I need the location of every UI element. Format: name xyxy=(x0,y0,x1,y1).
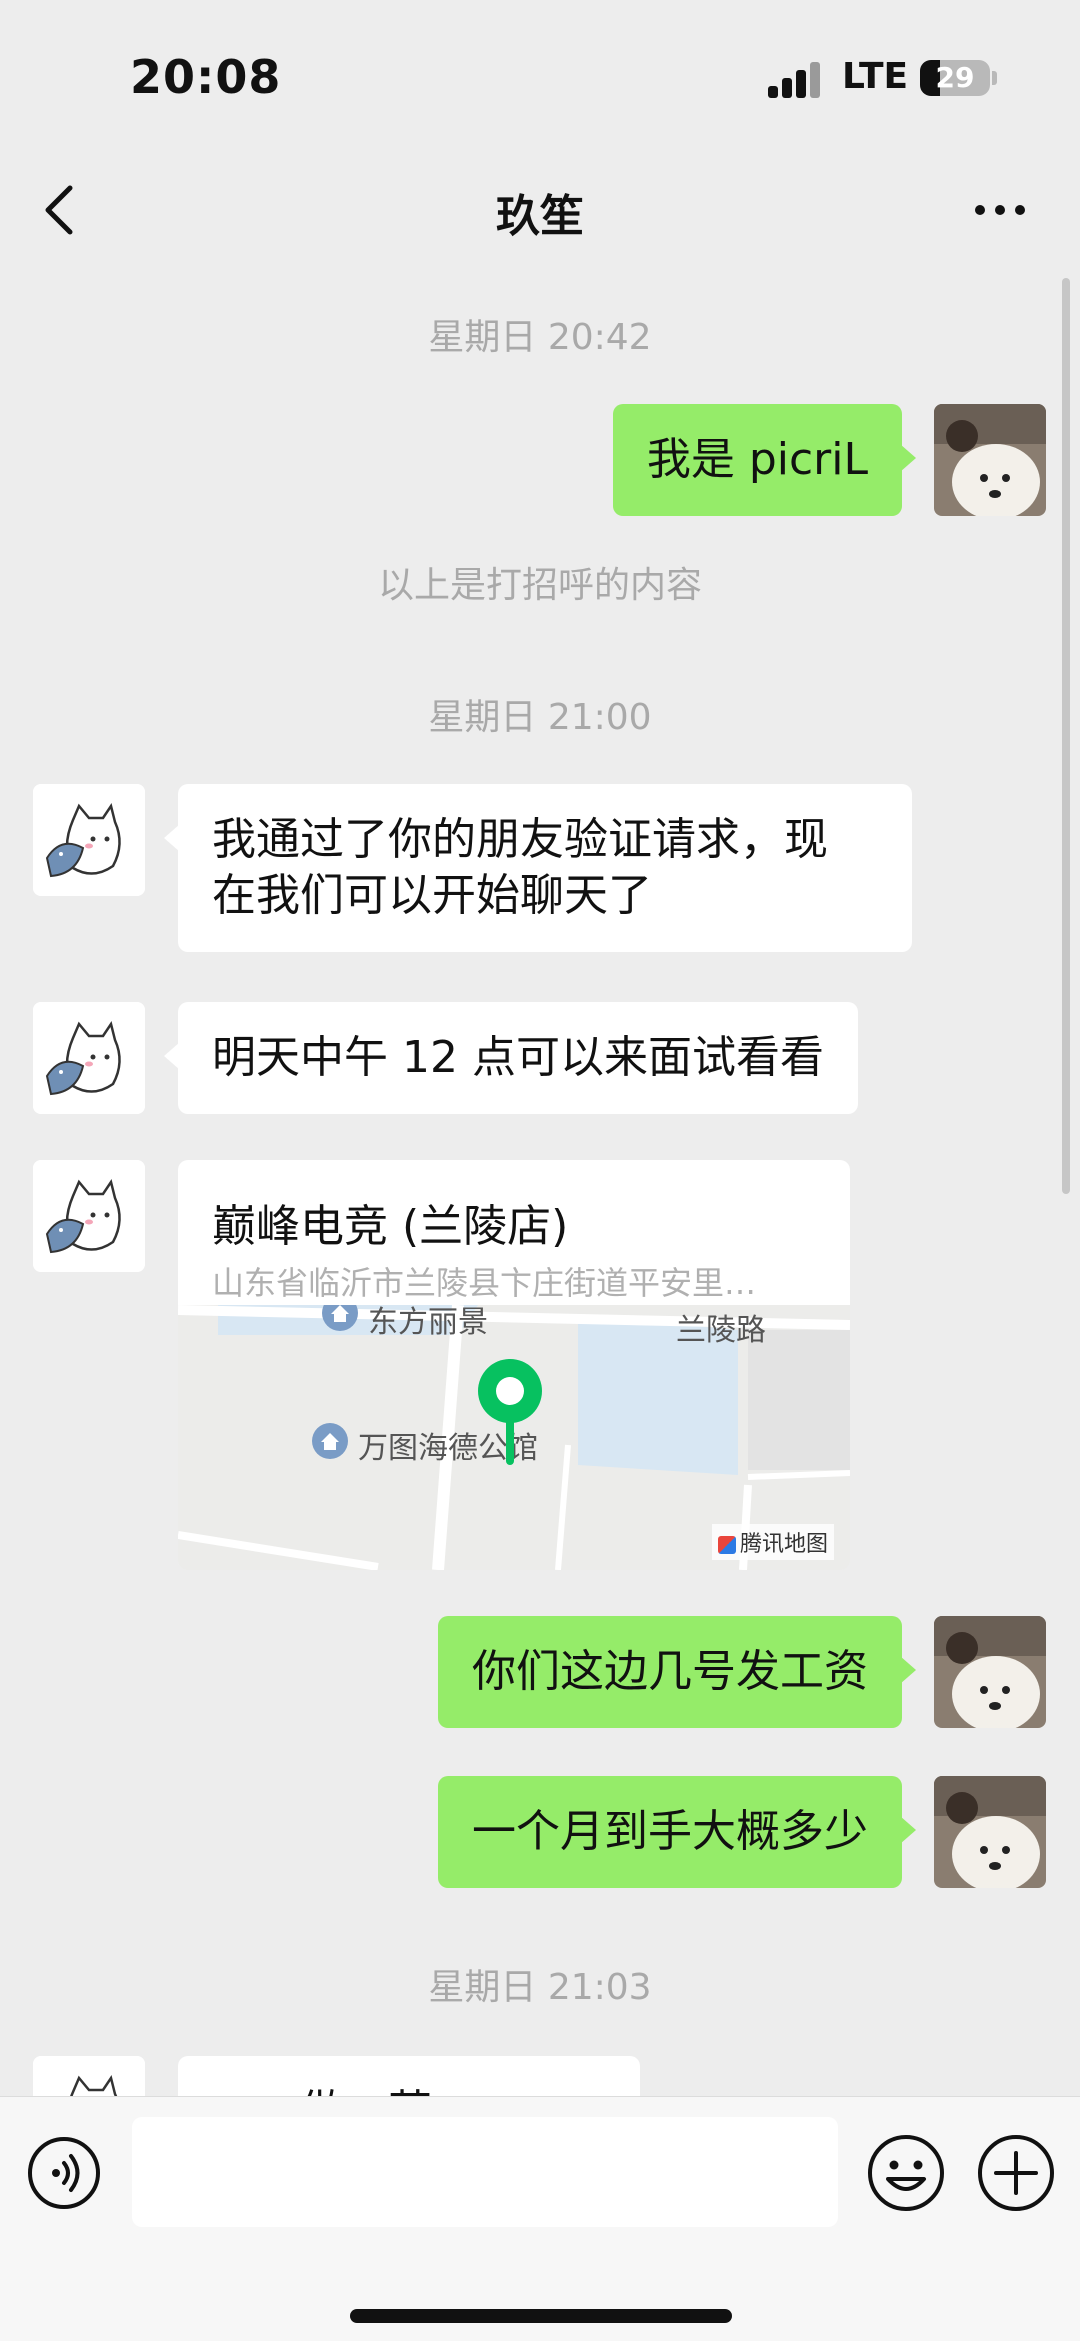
status-time: 20:08 xyxy=(130,50,282,104)
message-bubble-other[interactable]: 明天中午 12 点可以来面试看看 xyxy=(164,1002,858,1114)
avatar-other[interactable] xyxy=(33,1160,145,1272)
map-label: 东方丽景 xyxy=(368,1305,488,1340)
message-bubble-other[interactable]: ……做…营… xyxy=(178,2056,640,2096)
timestamp: 星期日 21:00 xyxy=(428,697,652,738)
cat-avatar-icon xyxy=(33,2056,145,2096)
avatar-self[interactable] xyxy=(934,404,1046,516)
signal-icon xyxy=(768,62,834,98)
more-icon[interactable] xyxy=(970,195,1030,225)
message-text-line: 我通过了你的朋友验证请求，现 xyxy=(212,814,828,865)
message-list[interactable]: 星期日 20:42 我是 picriL 以上是打招呼的内容 星期日 21:00 … xyxy=(0,270,1080,2096)
avatar-other[interactable] xyxy=(33,2056,145,2096)
home-indicator[interactable] xyxy=(350,2309,732,2323)
message-bubble-self[interactable]: 你们这边几号发工资 xyxy=(438,1616,916,1728)
system-message: 以上是打招呼的内容 xyxy=(377,565,702,606)
timestamp: 星期日 20:42 xyxy=(428,317,652,358)
map-pin-icon xyxy=(478,1359,542,1465)
message-text-line: 在我们可以开始聊天了 xyxy=(212,870,652,921)
avatar-self[interactable] xyxy=(934,1616,1046,1728)
battery-level: 29 xyxy=(935,61,975,94)
chat-header: 玖笙 xyxy=(0,150,1080,270)
chat-title: 玖笙 xyxy=(496,191,584,242)
battery-icon: 29 xyxy=(920,60,990,96)
tencent-map-logo-icon xyxy=(717,1536,736,1554)
map-label: 兰陵路 xyxy=(676,1313,766,1348)
avatar-photo-icon xyxy=(934,1776,1046,1888)
voice-icon[interactable] xyxy=(26,2135,102,2211)
avatar-self[interactable] xyxy=(934,1776,1046,1888)
timestamp: 星期日 21:03 xyxy=(428,1967,652,2008)
cat-avatar-icon xyxy=(33,784,145,896)
poi-home-icon xyxy=(312,1423,348,1459)
avatar-photo-icon xyxy=(934,1616,1046,1728)
cat-avatar-icon xyxy=(33,1160,145,1272)
map-preview[interactable]: 东方丽景 兰陵路 万图海德公馆 腾讯地图 xyxy=(178,1305,850,1570)
message-input[interactable] xyxy=(132,2117,838,2227)
cat-avatar-icon xyxy=(33,1002,145,1114)
avatar-other[interactable] xyxy=(33,1002,145,1114)
message-bubble-self[interactable]: 我是 picriL xyxy=(612,404,917,516)
map-brand-text: 腾讯地图 xyxy=(739,1532,828,1557)
plus-icon[interactable] xyxy=(976,2133,1056,2213)
emoji-icon[interactable] xyxy=(866,2133,946,2213)
message-bubble-self[interactable]: 一个月到手大概多少 xyxy=(438,1776,916,1888)
avatar-other[interactable] xyxy=(33,784,145,896)
poi-home-icon xyxy=(322,1305,358,1331)
map-brand: 腾讯地图 xyxy=(711,1524,834,1560)
battery-tip xyxy=(992,71,997,85)
message-bubble-other[interactable]: 我通过了你的朋友验证请求，现 在我们可以开始聊天了 xyxy=(164,784,912,952)
location-message[interactable]: 巅峰电竞 (兰陵店) 山东省临沂市兰陵县卞庄街道平安里… 东方丽景 兰陵路 万图… xyxy=(178,1160,850,1570)
input-bar xyxy=(0,2096,1080,2341)
network-type: LTE xyxy=(842,56,909,97)
location-address: 山东省临沂市兰陵县卞庄街道平安里… xyxy=(212,1264,757,1302)
avatar-photo-icon xyxy=(934,404,1046,516)
location-name: 巅峰电竞 (兰陵店) xyxy=(212,1201,569,1252)
status-bar: 20:08 LTE 29 xyxy=(0,0,1080,150)
